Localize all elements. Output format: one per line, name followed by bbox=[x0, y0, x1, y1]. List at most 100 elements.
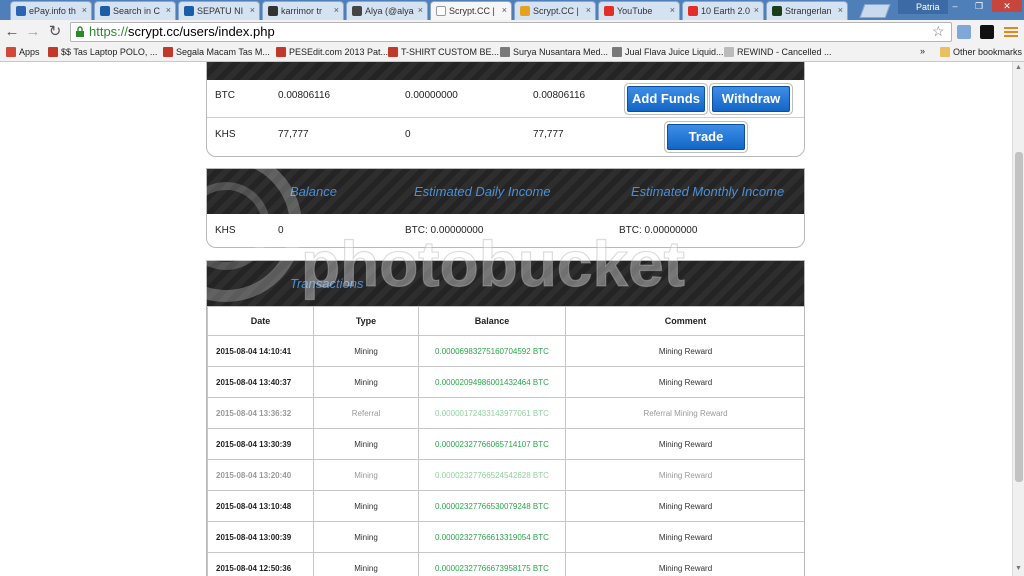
browser-tab[interactable]: SEPATU NI × bbox=[178, 1, 260, 20]
table-row: 2015-08-04 13:10:48 Mining 0.0000232776653… bbox=[207, 490, 804, 522]
bookmark-item[interactable]: PESEdit.com 2013 Pat... bbox=[276, 47, 388, 57]
more-bookmarks-icon[interactable]: » bbox=[920, 46, 925, 56]
cell-comment: Mining Reward bbox=[565, 366, 804, 398]
scroll-up-icon[interactable]: ▲ bbox=[1015, 64, 1022, 71]
withdraw-button[interactable]: Withdraw bbox=[712, 86, 790, 112]
bookmark-favicon-icon bbox=[612, 47, 622, 57]
tab-close-icon[interactable]: × bbox=[418, 5, 423, 15]
transactions-header: Transactions bbox=[207, 261, 804, 306]
browser-tab[interactable]: 10 Earth 2.0 × bbox=[682, 1, 764, 20]
balances-card: BTC 0.00806116 0.00000000 0.00806116 Add… bbox=[206, 62, 805, 157]
income-row: KHS 0 BTC: 0.00000000 BTC: 0.00000000 bbox=[207, 214, 804, 247]
vertical-scrollbar[interactable]: ▲ ▼ bbox=[1012, 62, 1024, 576]
tab-close-icon[interactable]: × bbox=[586, 5, 591, 15]
balance-value: 0.00806116 bbox=[533, 90, 586, 101]
cell-balance: 0.00002327766524542628 BTC bbox=[418, 459, 566, 491]
apps-shortcut[interactable]: Apps bbox=[6, 47, 40, 57]
bookmark-item[interactable]: $$ Tas Laptop POLO, ... bbox=[48, 47, 157, 57]
column-header: Type bbox=[313, 306, 419, 336]
table-row: 2015-08-04 12:50:36 Mining 0.0000232776667… bbox=[207, 552, 804, 576]
bookmark-label: Surya Nusantara Med... bbox=[513, 47, 609, 57]
cell-date: 2015-08-04 13:20:40 bbox=[207, 459, 314, 491]
add-funds-button[interactable]: Add Funds bbox=[627, 86, 705, 112]
back-icon[interactable]: ← bbox=[3, 23, 21, 41]
browser-tab[interactable]: Alya (@alya × bbox=[346, 1, 428, 20]
bookmark-star-icon[interactable]: ☆ bbox=[932, 23, 945, 40]
tab-close-icon[interactable]: × bbox=[334, 5, 339, 15]
scroll-down-icon[interactable]: ▼ bbox=[1015, 565, 1022, 572]
tab-label: Strangerlan bbox=[785, 6, 832, 16]
url-scheme: https:// bbox=[89, 24, 129, 39]
profile-button[interactable]: Patria bbox=[898, 0, 948, 14]
extension-icon[interactable] bbox=[957, 25, 971, 39]
profile-name: Patria bbox=[916, 2, 940, 12]
bookmark-item[interactable]: Surya Nusantara Med... bbox=[500, 47, 608, 57]
menu-icon[interactable] bbox=[1004, 25, 1018, 39]
tab-close-icon[interactable]: × bbox=[82, 5, 87, 15]
balance-value: 0.00000000 bbox=[405, 90, 458, 101]
table-row: 2015-08-04 13:20:40 Mining 0.0000232776652… bbox=[207, 459, 804, 491]
extension-icon[interactable] bbox=[980, 25, 994, 39]
daily-income-value: BTC: 0.00000000 bbox=[405, 225, 484, 236]
tab-favicon-icon bbox=[520, 6, 530, 16]
reload-icon[interactable]: ↻ bbox=[46, 23, 64, 41]
monthly-income-value: BTC: 0.00000000 bbox=[619, 225, 698, 236]
bookmark-item[interactable]: Segala Macam Tas M... bbox=[163, 47, 270, 57]
bookmark-item[interactable]: Jual Flava Juice Liquid... bbox=[612, 47, 724, 57]
tab-label: Alya (@alya bbox=[365, 6, 414, 16]
tab-close-icon[interactable]: × bbox=[250, 5, 255, 15]
bookmark-label: Jual Flava Juice Liquid... bbox=[625, 47, 724, 57]
tab-close-icon[interactable]: × bbox=[754, 5, 759, 15]
bookmark-label: $$ Tas Laptop POLO, ... bbox=[61, 47, 158, 57]
bookmark-label: PESEdit.com 2013 Pat... bbox=[289, 47, 389, 57]
table-header-row: Date Type Balance Comment bbox=[207, 306, 804, 336]
browser-tab[interactable]: ePay.info th × bbox=[10, 1, 92, 20]
scrollbar-thumb[interactable] bbox=[1015, 152, 1023, 482]
browser-tab[interactable]: YouTube × bbox=[598, 1, 680, 20]
address-bar[interactable]: https://scrypt.cc/users/index.php bbox=[70, 22, 952, 42]
cell-type: Mining bbox=[313, 366, 419, 398]
tab-favicon-icon bbox=[100, 6, 110, 16]
balance-value: 77,777 bbox=[278, 129, 309, 140]
column-header: Balance bbox=[418, 306, 566, 336]
bookmark-label: T-SHIRT CUSTOM BE... bbox=[401, 47, 500, 57]
other-bookmarks[interactable]: Other bookmarks bbox=[940, 47, 1022, 57]
tab-label: SEPATU NI bbox=[197, 6, 244, 16]
cell-comment: Mining Reward bbox=[565, 490, 804, 522]
tab-label: karrimor tr bbox=[281, 6, 322, 16]
table-row: 2015-08-04 13:36:32 Referral 0.00000172433… bbox=[207, 397, 804, 429]
table-row: 2015-08-04 13:30:39 Mining 0.0000232776606… bbox=[207, 428, 804, 460]
tab-close-icon[interactable]: × bbox=[670, 5, 675, 15]
browser-tab[interactable]: Scrypt.CC | × bbox=[514, 1, 596, 20]
transactions-table: Date Type Balance Comment 2015-08-04 14:… bbox=[207, 306, 804, 576]
bookmark-item[interactable]: REWIND - Cancelled ... bbox=[724, 47, 832, 57]
tab-favicon-icon bbox=[268, 6, 278, 16]
transactions-card: Transactions Date Type Balance Comment 2… bbox=[206, 260, 805, 576]
currency-label: KHS bbox=[215, 129, 236, 140]
bookmark-favicon-icon bbox=[388, 47, 398, 57]
maximize-icon[interactable]: ❐ bbox=[968, 0, 990, 12]
bookmark-label: Apps bbox=[19, 47, 40, 57]
close-window-icon[interactable]: ✕ bbox=[992, 0, 1022, 12]
balance-value: 0 bbox=[405, 129, 411, 140]
browser-tab[interactable]: Search in C × bbox=[94, 1, 176, 20]
tab-close-icon[interactable]: × bbox=[166, 5, 171, 15]
url-text: scrypt.cc/users/index.php bbox=[128, 24, 275, 39]
other-bookmarks-label: Other bookmarks bbox=[953, 47, 1023, 57]
tab-close-icon[interactable]: × bbox=[502, 5, 507, 15]
cell-comment: Mining Reward bbox=[565, 521, 804, 553]
tab-favicon-icon bbox=[352, 6, 362, 16]
cell-type: Mining bbox=[313, 335, 419, 367]
tab-label: YouTube bbox=[617, 6, 653, 16]
bookmark-item[interactable]: T-SHIRT CUSTOM BE... bbox=[388, 47, 499, 57]
browser-tab[interactable]: Scrypt.CC | × bbox=[430, 1, 512, 20]
tab-close-icon[interactable]: × bbox=[838, 5, 843, 15]
tab-favicon-icon bbox=[184, 6, 194, 16]
new-tab-button[interactable] bbox=[859, 4, 891, 18]
trade-button[interactable]: Trade bbox=[667, 124, 745, 150]
browser-tab[interactable]: Strangerlan × bbox=[766, 1, 848, 20]
lock-icon bbox=[76, 26, 84, 37]
forward-icon[interactable]: → bbox=[24, 23, 42, 41]
minimize-icon[interactable]: – bbox=[944, 0, 966, 12]
browser-tab[interactable]: karrimor tr × bbox=[262, 1, 344, 20]
